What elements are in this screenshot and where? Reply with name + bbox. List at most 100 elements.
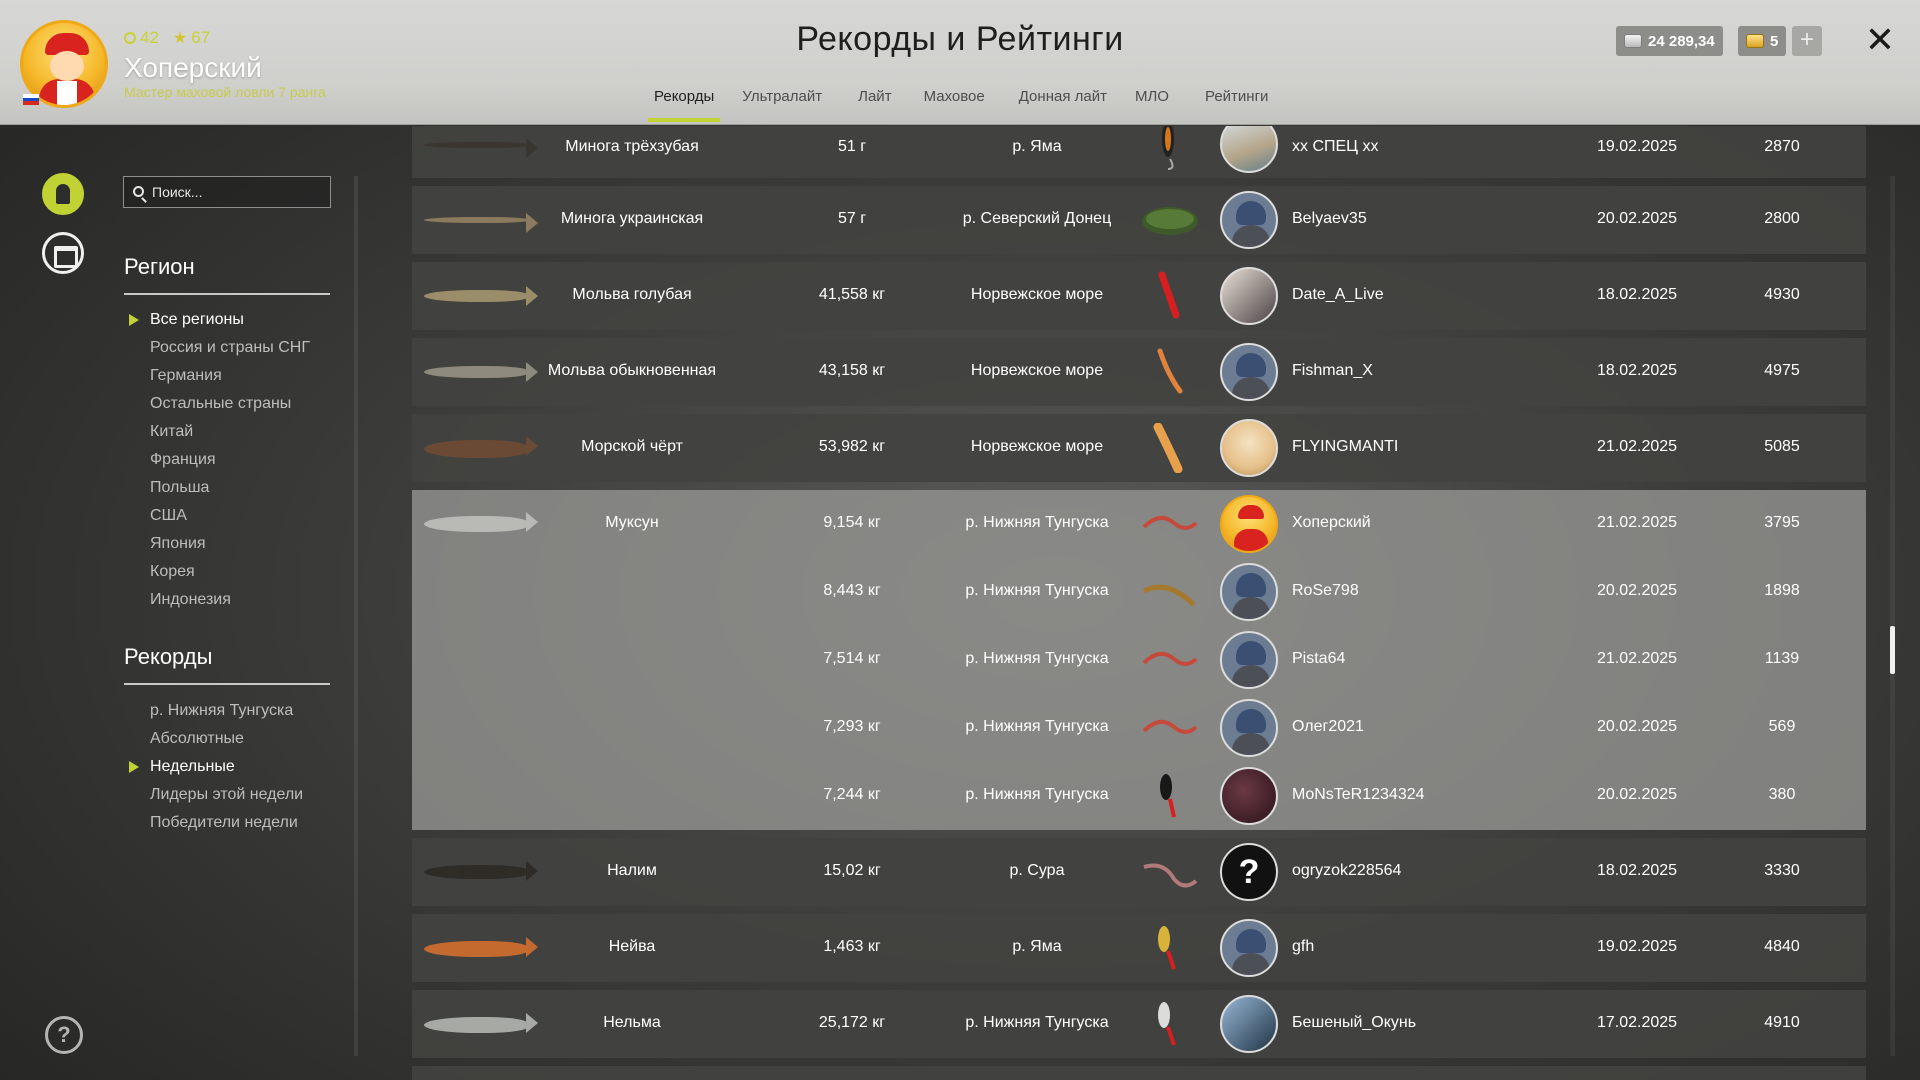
search-placeholder: Поиск... (152, 184, 203, 200)
spinner-lure-icon (1140, 923, 1200, 973)
player-name[interactable]: RoSe798 (1292, 582, 1552, 600)
region-item-japan[interactable]: Япония (150, 530, 310, 558)
player-avatar-image[interactable] (1220, 563, 1278, 621)
player-avatar-image[interactable] (1220, 631, 1278, 689)
table-scrollbar[interactable] (1890, 176, 1895, 1056)
player-name[interactable]: Fishman_X (1292, 362, 1552, 380)
tab-bottom-light[interactable]: Донная лайт (1005, 88, 1121, 124)
region-item-indonesia[interactable]: Индонезия (150, 586, 310, 614)
player-name[interactable]: Belyaev35 (1292, 210, 1552, 228)
expanded-record-group[interactable]: Муксун 9,154 кг р. Нижняя Тунгуска Хопер… (412, 490, 1866, 830)
table-row[interactable]: Минога украинская 57 г р. Северский Доне… (412, 186, 1866, 254)
player-avatar-image[interactable] (1220, 267, 1278, 325)
records-item-weekly[interactable]: Недельные (128, 753, 303, 781)
region-item-all[interactable]: Все регионы (129, 306, 310, 334)
monkfish-icon (424, 436, 538, 458)
player-name[interactable]: Pista64 (1292, 650, 1552, 668)
table-row[interactable]: Минога трёхзубая 51 г р. Яма xx СПЕЦ xx … (412, 126, 1866, 178)
friends-icon[interactable] (42, 173, 84, 215)
region-item-france[interactable]: Франция (150, 446, 310, 474)
record-points: 4840 (1764, 938, 1800, 955)
record-weight: 25,172 кг (818, 1014, 886, 1031)
worm-bait-icon (1140, 635, 1200, 685)
player-name[interactable]: gfh (1292, 938, 1552, 956)
records-item-week-leaders[interactable]: Лидеры этой недели (150, 781, 303, 809)
player-avatar-image[interactable] (1220, 419, 1278, 477)
fish-name: Минога украинская (560, 210, 704, 227)
top-bar: 42 ★ 67 Хоперский Мастер маховой ловли 7 … (0, 0, 1920, 125)
table-row[interactable] (412, 1066, 1866, 1080)
player-avatar-image[interactable] (1220, 919, 1278, 977)
table-row[interactable]: Налим 15,02 кг р. Сура ? ogryzok228564 1… (412, 838, 1866, 906)
record-weight: 57 г (837, 210, 867, 227)
player-name[interactable]: Олег2021 (1292, 718, 1552, 736)
player-avatar-image[interactable] (1220, 699, 1278, 757)
player-avatar-image[interactable] (1220, 995, 1278, 1053)
record-location: Норвежское море (970, 362, 1104, 379)
record-location: р. Нижняя Тунгуска (965, 786, 1109, 803)
record-date: 20.02.2025 (1596, 718, 1678, 735)
region-item-usa[interactable]: США (150, 502, 310, 530)
tab-ratings[interactable]: Рейтинги (1191, 88, 1282, 124)
player-name[interactable]: Хоперский (1292, 514, 1552, 532)
archive-icon[interactable] (42, 232, 84, 274)
player-name[interactable]: xx СПЕЦ xx (1292, 138, 1552, 156)
region-item-china[interactable]: Китай (150, 418, 310, 446)
fish-name: Минога трёхзубая (565, 138, 699, 155)
player-avatar-image[interactable] (1220, 191, 1278, 249)
region-item-germany[interactable]: Германия (150, 362, 310, 390)
player-avatar-image[interactable] (1220, 126, 1278, 173)
records-item-week-winners[interactable]: Победители недели (150, 809, 303, 837)
records-item-lower-tunguska[interactable]: р. Нижняя Тунгуска (150, 697, 303, 725)
table-row[interactable]: Морской чёрт 53,982 кг Норвежское море F… (412, 414, 1866, 482)
soft-lure-icon (1140, 271, 1200, 321)
worm-bait-icon (1140, 703, 1200, 753)
region-item-other[interactable]: Остальные страны (150, 390, 310, 418)
tab-ultralight[interactable]: Ультралайт (728, 88, 836, 124)
tab-light[interactable]: Лайт (836, 88, 913, 124)
tab-float[interactable]: Маховое (914, 88, 1005, 124)
record-date: 18.02.2025 (1596, 286, 1678, 303)
fish-name: Мольва голубая (572, 286, 692, 303)
tab-mlo[interactable]: МЛО (1121, 88, 1191, 124)
groundbait-icon (1140, 195, 1200, 245)
unknown-avatar-icon[interactable]: ? (1220, 843, 1278, 901)
player-name[interactable]: ogryzok228564 (1292, 862, 1552, 880)
player-avatar-image[interactable] (1220, 767, 1278, 825)
region-item-russia-cis[interactable]: Россия и страны СНГ (150, 334, 310, 362)
add-currency-button[interactable]: + (1792, 26, 1822, 56)
record-points: 1898 (1764, 582, 1800, 599)
record-points: 3795 (1764, 514, 1800, 531)
help-icon[interactable]: ? (45, 1016, 83, 1054)
record-weight: 8,443 кг (823, 582, 881, 599)
worm-bait-icon (1140, 567, 1200, 617)
player-name[interactable]: FLYINGMANTI (1292, 438, 1552, 456)
lamprey-fish-icon (424, 138, 538, 158)
tab-records[interactable]: Рекорды (640, 88, 728, 124)
record-points: 3330 (1764, 862, 1800, 879)
lamprey-fish-icon (424, 213, 538, 233)
table-row[interactable]: Нельма 25,172 кг р. Нижняя Тунгуска Беше… (412, 990, 1866, 1058)
record-weight: 41,558 кг (818, 286, 886, 303)
table-scrollbar-thumb[interactable] (1890, 626, 1895, 674)
table-row[interactable]: Нейва 1,463 кг р. Яма gfh 19.02.2025 484… (412, 914, 1866, 982)
record-points: 4910 (1764, 1014, 1800, 1031)
records-item-absolute[interactable]: Абсолютные (150, 725, 303, 753)
record-location: р. Нижняя Тунгуска (965, 650, 1109, 667)
region-item-poland[interactable]: Польша (150, 474, 310, 502)
sidebar-scrollbar[interactable] (354, 176, 358, 1056)
player-name[interactable]: Date_A_Live (1292, 286, 1552, 304)
region-item-korea[interactable]: Корея (150, 558, 310, 586)
player-name[interactable]: Бешеный_Окунь (1292, 1014, 1552, 1032)
player-avatar-image[interactable] (1220, 495, 1278, 553)
close-button[interactable]: ✕ (1862, 20, 1898, 60)
table-row[interactable]: Мольва голубая 41,558 кг Норвежское море… (412, 262, 1866, 330)
player-name[interactable]: MoNsTeR1234324 (1292, 786, 1552, 804)
record-location: Норвежское море (970, 286, 1104, 303)
gold-amount: 5 (1770, 32, 1779, 50)
player-avatar-image[interactable] (1220, 343, 1278, 401)
record-points: 4975 (1764, 362, 1800, 379)
record-location: р. Нижняя Тунгуска (965, 1014, 1109, 1031)
table-row[interactable]: Мольва обыкновенная 43,158 кг Норвежское… (412, 338, 1866, 406)
search-input[interactable]: Поиск... (123, 176, 331, 208)
